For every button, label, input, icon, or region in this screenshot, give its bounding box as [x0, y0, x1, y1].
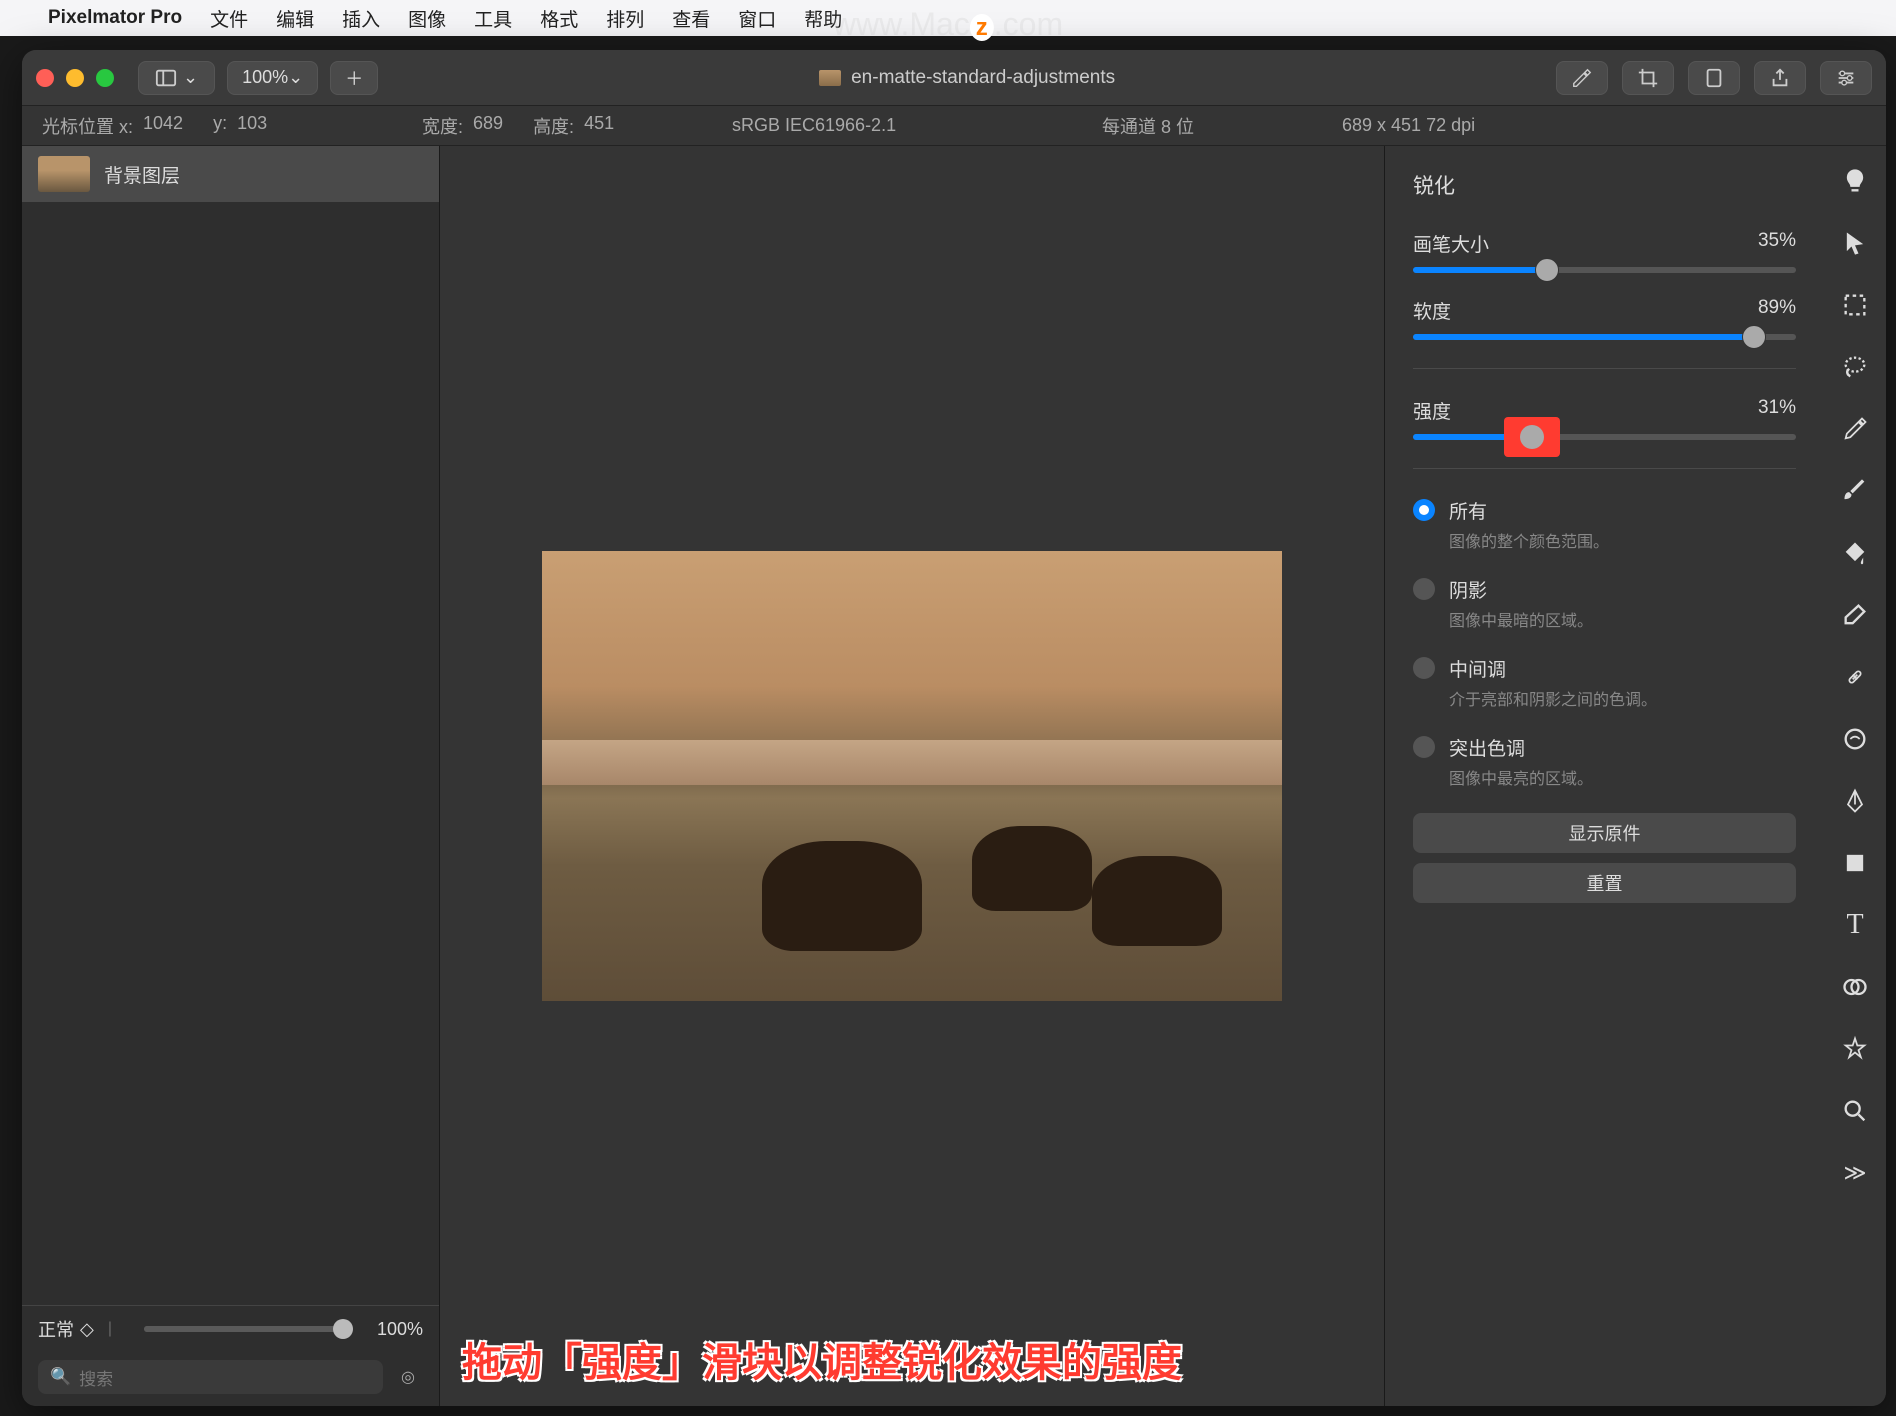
toolstrip: T ≫: [1824, 146, 1886, 1406]
width-value: 689: [473, 113, 503, 139]
rect-icon[interactable]: [1838, 846, 1872, 880]
width-label: 宽度:: [422, 113, 463, 139]
add-button[interactable]: ＋: [330, 61, 378, 95]
layer-thumbnail: [38, 156, 90, 192]
cursor-y-label: y:: [213, 113, 227, 139]
infobar: 光标位置 x: 1042 y: 103 宽度: 689 高度: 451 sRGB…: [22, 106, 1886, 146]
layer-name: 背景图层: [104, 161, 180, 188]
softness-label: 软度: [1413, 297, 1451, 324]
range-radio-group: 所有 图像的整个颜色范围。 阴影 图像中最暗的区域。 中间调 介于亮部和阴影: [1413, 497, 1796, 789]
adjust-icon[interactable]: [1838, 970, 1872, 1004]
marquee-icon[interactable]: [1838, 288, 1872, 322]
minimize-window-button[interactable]: [66, 69, 84, 87]
menu-insert[interactable]: 插入: [342, 5, 380, 32]
share-button[interactable]: [1754, 61, 1806, 95]
radio-highlights[interactable]: 突出色调 图像中最亮的区域。: [1413, 734, 1796, 789]
softness-value: 89%: [1758, 297, 1796, 324]
layer-row[interactable]: 背景图层: [22, 146, 439, 202]
menu-view[interactable]: 查看: [672, 5, 710, 32]
menu-help[interactable]: 帮助: [804, 5, 842, 32]
eyedropper-icon[interactable]: [1838, 412, 1872, 446]
lasso-icon[interactable]: [1838, 350, 1872, 384]
menu-window[interactable]: 窗口: [738, 5, 776, 32]
radio-midtones[interactable]: 中间调 介于亮部和阴影之间的色调。: [1413, 655, 1796, 710]
show-original-button[interactable]: 显示原件: [1413, 813, 1796, 853]
blend-mode-select[interactable]: 正常 ◇: [38, 1316, 94, 1342]
filter-icon[interactable]: ◎: [393, 1362, 423, 1392]
menu-arrange[interactable]: 排列: [606, 5, 644, 32]
search-icon: 🔍: [50, 1367, 71, 1387]
channel-depth: 每通道 8 位: [1102, 113, 1194, 139]
softness-slider[interactable]: [1413, 334, 1796, 340]
layer-opacity-value: 100%: [377, 1319, 423, 1340]
heal-icon[interactable]: [1838, 660, 1872, 694]
cursor-x-value: 1042: [143, 113, 183, 139]
cursor-x-label: 光标位置 x:: [42, 113, 133, 139]
app-window: ⌄ 100% ⌄ ＋ en-matte-standard-adjustments…: [22, 50, 1886, 1406]
app-name[interactable]: Pixelmator Pro: [48, 7, 182, 29]
brush-icon[interactable]: [1838, 474, 1872, 508]
new-doc-button[interactable]: [1688, 61, 1740, 95]
brush-size-slider[interactable]: [1413, 267, 1796, 273]
radio-shadows[interactable]: 阴影 图像中最暗的区域。: [1413, 576, 1796, 631]
dimensions: 689 x 451 72 dpi: [1342, 115, 1475, 136]
radio-dot-icon: [1413, 499, 1435, 521]
radio-dot-icon: [1413, 736, 1435, 758]
image-preview: [542, 551, 1282, 1001]
paint-icon[interactable]: [1838, 164, 1872, 198]
pen-tool-button[interactable]: [1556, 61, 1608, 95]
document-icon: [819, 70, 841, 86]
titlebar: ⌄ 100% ⌄ ＋ en-matte-standard-adjustments: [22, 50, 1886, 106]
menu-tools[interactable]: 工具: [474, 5, 512, 32]
more-icon[interactable]: ≫: [1838, 1156, 1872, 1190]
fullscreen-window-button[interactable]: [96, 69, 114, 87]
height-label: 高度:: [533, 113, 574, 139]
adjustments-button[interactable]: [1820, 61, 1872, 95]
tool-options-panel: 锐化 画笔大小 35% 软度 89%: [1384, 146, 1824, 1406]
document-title: en-matte-standard-adjustments: [378, 67, 1556, 89]
effects-icon[interactable]: [1838, 1032, 1872, 1066]
brush-size-label: 画笔大小: [1413, 230, 1489, 257]
warp-icon[interactable]: [1838, 722, 1872, 756]
strength-label: 强度: [1413, 397, 1451, 424]
sidebar-toggle-button[interactable]: ⌄: [138, 61, 215, 95]
eraser-icon[interactable]: [1838, 598, 1872, 632]
reset-button[interactable]: 重置: [1413, 863, 1796, 903]
magnifier-icon[interactable]: [1838, 1094, 1872, 1128]
strength-slider[interactable]: [1413, 434, 1796, 440]
layers-panel: 背景图层 正常 ◇ | 100% 🔍 搜索 ◎: [22, 146, 440, 1406]
text-icon[interactable]: T: [1838, 908, 1872, 942]
radio-dot-icon: [1413, 578, 1435, 600]
layer-search-input[interactable]: 🔍 搜索: [38, 1360, 383, 1394]
cursor-y-value: 103: [237, 113, 267, 139]
strength-slider-highlight: [1504, 417, 1560, 457]
crop-tool-button[interactable]: [1622, 61, 1674, 95]
panel-title: 锐化: [1413, 170, 1796, 200]
radio-dot-icon: [1413, 657, 1435, 679]
layers-footer: 正常 ◇ | 100%: [22, 1305, 439, 1352]
colorspace: sRGB IEC61966-2.1: [732, 115, 896, 136]
layer-opacity-slider[interactable]: [144, 1326, 353, 1332]
menu-image[interactable]: 图像: [408, 5, 446, 32]
window-controls: [36, 69, 114, 87]
pen-icon[interactable]: [1838, 784, 1872, 818]
tutorial-annotation: 拖动「强度」滑块以调整锐化效果的强度: [462, 1330, 1182, 1388]
height-value: 451: [584, 113, 614, 139]
menu-format[interactable]: 格式: [540, 5, 578, 32]
zoom-dropdown[interactable]: 100% ⌄: [227, 61, 318, 95]
bucket-icon[interactable]: [1838, 536, 1872, 570]
strength-value: 31%: [1758, 397, 1796, 424]
menu-edit[interactable]: 编辑: [276, 5, 314, 32]
canvas[interactable]: [440, 146, 1384, 1406]
close-window-button[interactable]: [36, 69, 54, 87]
arrow-icon[interactable]: [1838, 226, 1872, 260]
menubar: Pixelmator Pro 文件 编辑 插入 图像 工具 格式 排列 查看 窗…: [0, 0, 1896, 36]
menu-file[interactable]: 文件: [210, 5, 248, 32]
radio-all[interactable]: 所有 图像的整个颜色范围。: [1413, 497, 1796, 552]
brush-size-value: 35%: [1758, 230, 1796, 257]
